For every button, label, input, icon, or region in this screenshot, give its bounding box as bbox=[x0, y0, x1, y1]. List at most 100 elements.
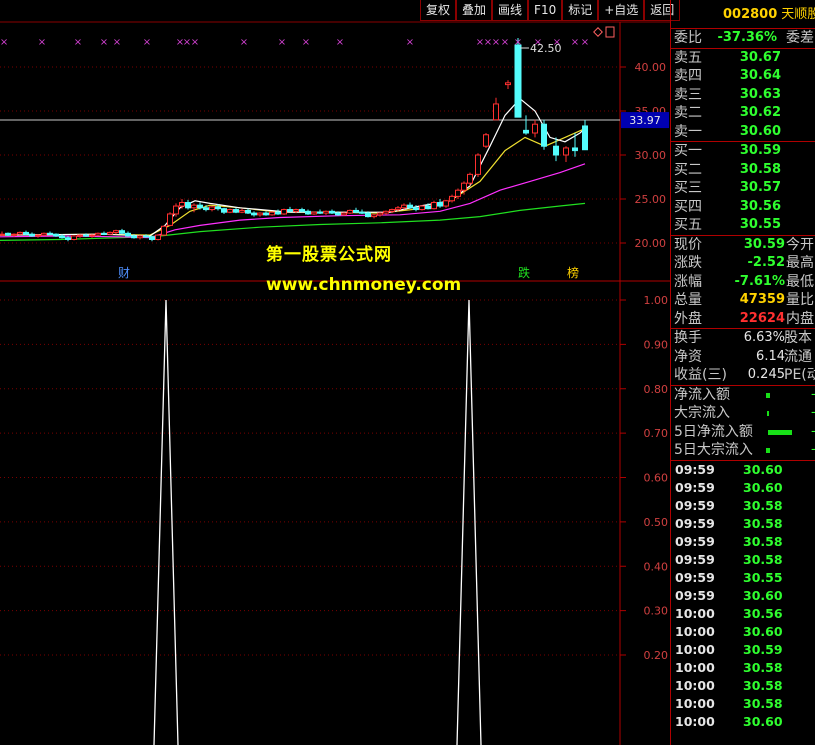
indicator-spike bbox=[456, 299, 482, 745]
flow-bar bbox=[767, 411, 769, 416]
stat2-value: 6.14 bbox=[756, 348, 785, 364]
candle bbox=[407, 204, 413, 209]
candle bbox=[209, 206, 215, 211]
stat-label: 外盘 bbox=[674, 310, 702, 327]
marker-x: × bbox=[514, 37, 522, 48]
candle bbox=[53, 233, 59, 237]
candle bbox=[191, 204, 197, 209]
tick-price: 30.60 bbox=[743, 587, 783, 603]
flow-row: 净流入额 -5 bbox=[671, 386, 815, 405]
chart-area[interactable]: 40.0035.0030.0025.0020.001.000.900.800.7… bbox=[0, 0, 670, 745]
candle bbox=[71, 235, 77, 240]
candle bbox=[455, 189, 461, 197]
flow-value: -9 bbox=[811, 441, 815, 460]
candle bbox=[0, 233, 5, 236]
candle bbox=[461, 182, 467, 191]
candle bbox=[269, 211, 275, 216]
candle bbox=[89, 234, 95, 237]
candle bbox=[17, 231, 23, 235]
tick-time: 09:59 bbox=[675, 587, 715, 603]
candle bbox=[335, 212, 341, 216]
candle bbox=[317, 211, 323, 214]
event-marker: 榜 bbox=[567, 265, 579, 280]
ask-row: 卖三 30.63 bbox=[671, 86, 815, 105]
ask-label: 卖五 bbox=[674, 49, 702, 66]
flow-value: -5 bbox=[811, 386, 815, 405]
candle bbox=[203, 207, 209, 211]
candle bbox=[227, 209, 233, 213]
tick-time: 09:59 bbox=[675, 551, 715, 567]
stat-value: -2.52 bbox=[747, 255, 785, 270]
candle bbox=[155, 234, 161, 240]
stat2-label2: PE(动 bbox=[784, 367, 815, 383]
candle bbox=[251, 212, 257, 216]
tick-row: 10:00 30.58 bbox=[671, 677, 815, 695]
tick-price: 30.58 bbox=[743, 551, 783, 567]
candle bbox=[125, 232, 131, 237]
tick-row: 10:00 30.56 bbox=[671, 605, 815, 623]
stat2-row: 收益(三) 0.245PE(动 bbox=[671, 366, 815, 385]
flow-value: -2 bbox=[811, 404, 815, 423]
tick-price: 30.60 bbox=[743, 713, 783, 729]
indicator-tick-label: 0.30 bbox=[644, 605, 669, 618]
flow-label: 5日大宗流入 bbox=[674, 442, 753, 458]
overlay-button[interactable]: 叠加 bbox=[456, 0, 493, 21]
f10-button[interactable]: F10 bbox=[528, 0, 563, 21]
current-price-label: 33.97 bbox=[629, 114, 661, 127]
stat-label: 总量 bbox=[674, 292, 702, 308]
candle bbox=[293, 209, 299, 212]
chart-toolbar: 复权 叠加 画线 F10 标记 +自选 返回 bbox=[420, 0, 681, 22]
candle bbox=[83, 234, 89, 237]
stat2-label2: 流通 bbox=[784, 348, 812, 365]
tick-time: 10:00 bbox=[675, 605, 715, 621]
candle bbox=[77, 234, 83, 237]
candle bbox=[185, 202, 191, 209]
weibi-row: 委比 -37.36% 委差 bbox=[671, 29, 815, 48]
candle bbox=[395, 207, 401, 211]
candle bbox=[449, 195, 455, 202]
flow-list: 净流入额 -5 大宗流入 -2 5日净流入额 - 5日大宗流入 -9 bbox=[671, 386, 815, 460]
candle bbox=[215, 206, 221, 210]
candle bbox=[167, 213, 173, 226]
mark-button[interactable]: 标记 bbox=[562, 0, 599, 21]
candle bbox=[311, 211, 317, 215]
bid-row: 买三 30.57 bbox=[671, 179, 815, 198]
ask-row: 卖二 30.62 bbox=[671, 104, 815, 123]
candle bbox=[323, 210, 329, 214]
indicator-tick-label: 0.80 bbox=[644, 383, 669, 396]
stat-label2: 内盘 bbox=[786, 310, 814, 327]
event-marker: 财 bbox=[118, 266, 130, 280]
indicator-tick-label: 0.20 bbox=[644, 649, 669, 662]
candle bbox=[137, 235, 143, 239]
stat-label2: 量比 bbox=[786, 292, 814, 308]
marker-x: × bbox=[581, 37, 589, 48]
candle bbox=[582, 125, 588, 151]
tick-list[interactable]: 09:59 30.60 09:59 30.60 09:59 30.58 09:59 30.58… bbox=[671, 461, 815, 731]
tick-time: 10:00 bbox=[675, 659, 715, 675]
candle bbox=[377, 212, 383, 216]
tick-time: 09:59 bbox=[675, 497, 715, 513]
bid-row: 买四 30.56 bbox=[671, 198, 815, 217]
marker-x: × bbox=[278, 37, 286, 48]
draw-line-button[interactable]: 画线 bbox=[492, 0, 529, 21]
candle bbox=[149, 236, 155, 240]
indicator-tick-label: 0.40 bbox=[644, 560, 669, 573]
candle bbox=[23, 231, 29, 235]
marker-x: × bbox=[100, 37, 108, 48]
candle bbox=[41, 232, 47, 236]
candle bbox=[179, 202, 185, 207]
fuquan-button[interactable]: 复权 bbox=[420, 0, 457, 21]
candle bbox=[514, 44, 522, 118]
stat2-row: 换手 6.63% 股本 bbox=[671, 329, 815, 348]
marker-x: × bbox=[302, 37, 310, 48]
flow-bar bbox=[766, 392, 770, 398]
ask-row: 卖五 30.67 bbox=[671, 49, 815, 68]
marker-x: × bbox=[74, 37, 82, 48]
marker-x: × bbox=[336, 37, 344, 48]
stat-label2: 最高 bbox=[786, 255, 814, 271]
diamond-icon bbox=[593, 27, 603, 37]
bid-label: 买五 bbox=[674, 217, 702, 233]
bid-price: 30.59 bbox=[739, 143, 781, 158]
candle bbox=[553, 145, 559, 156]
add-watchlist-button[interactable]: +自选 bbox=[598, 0, 645, 21]
